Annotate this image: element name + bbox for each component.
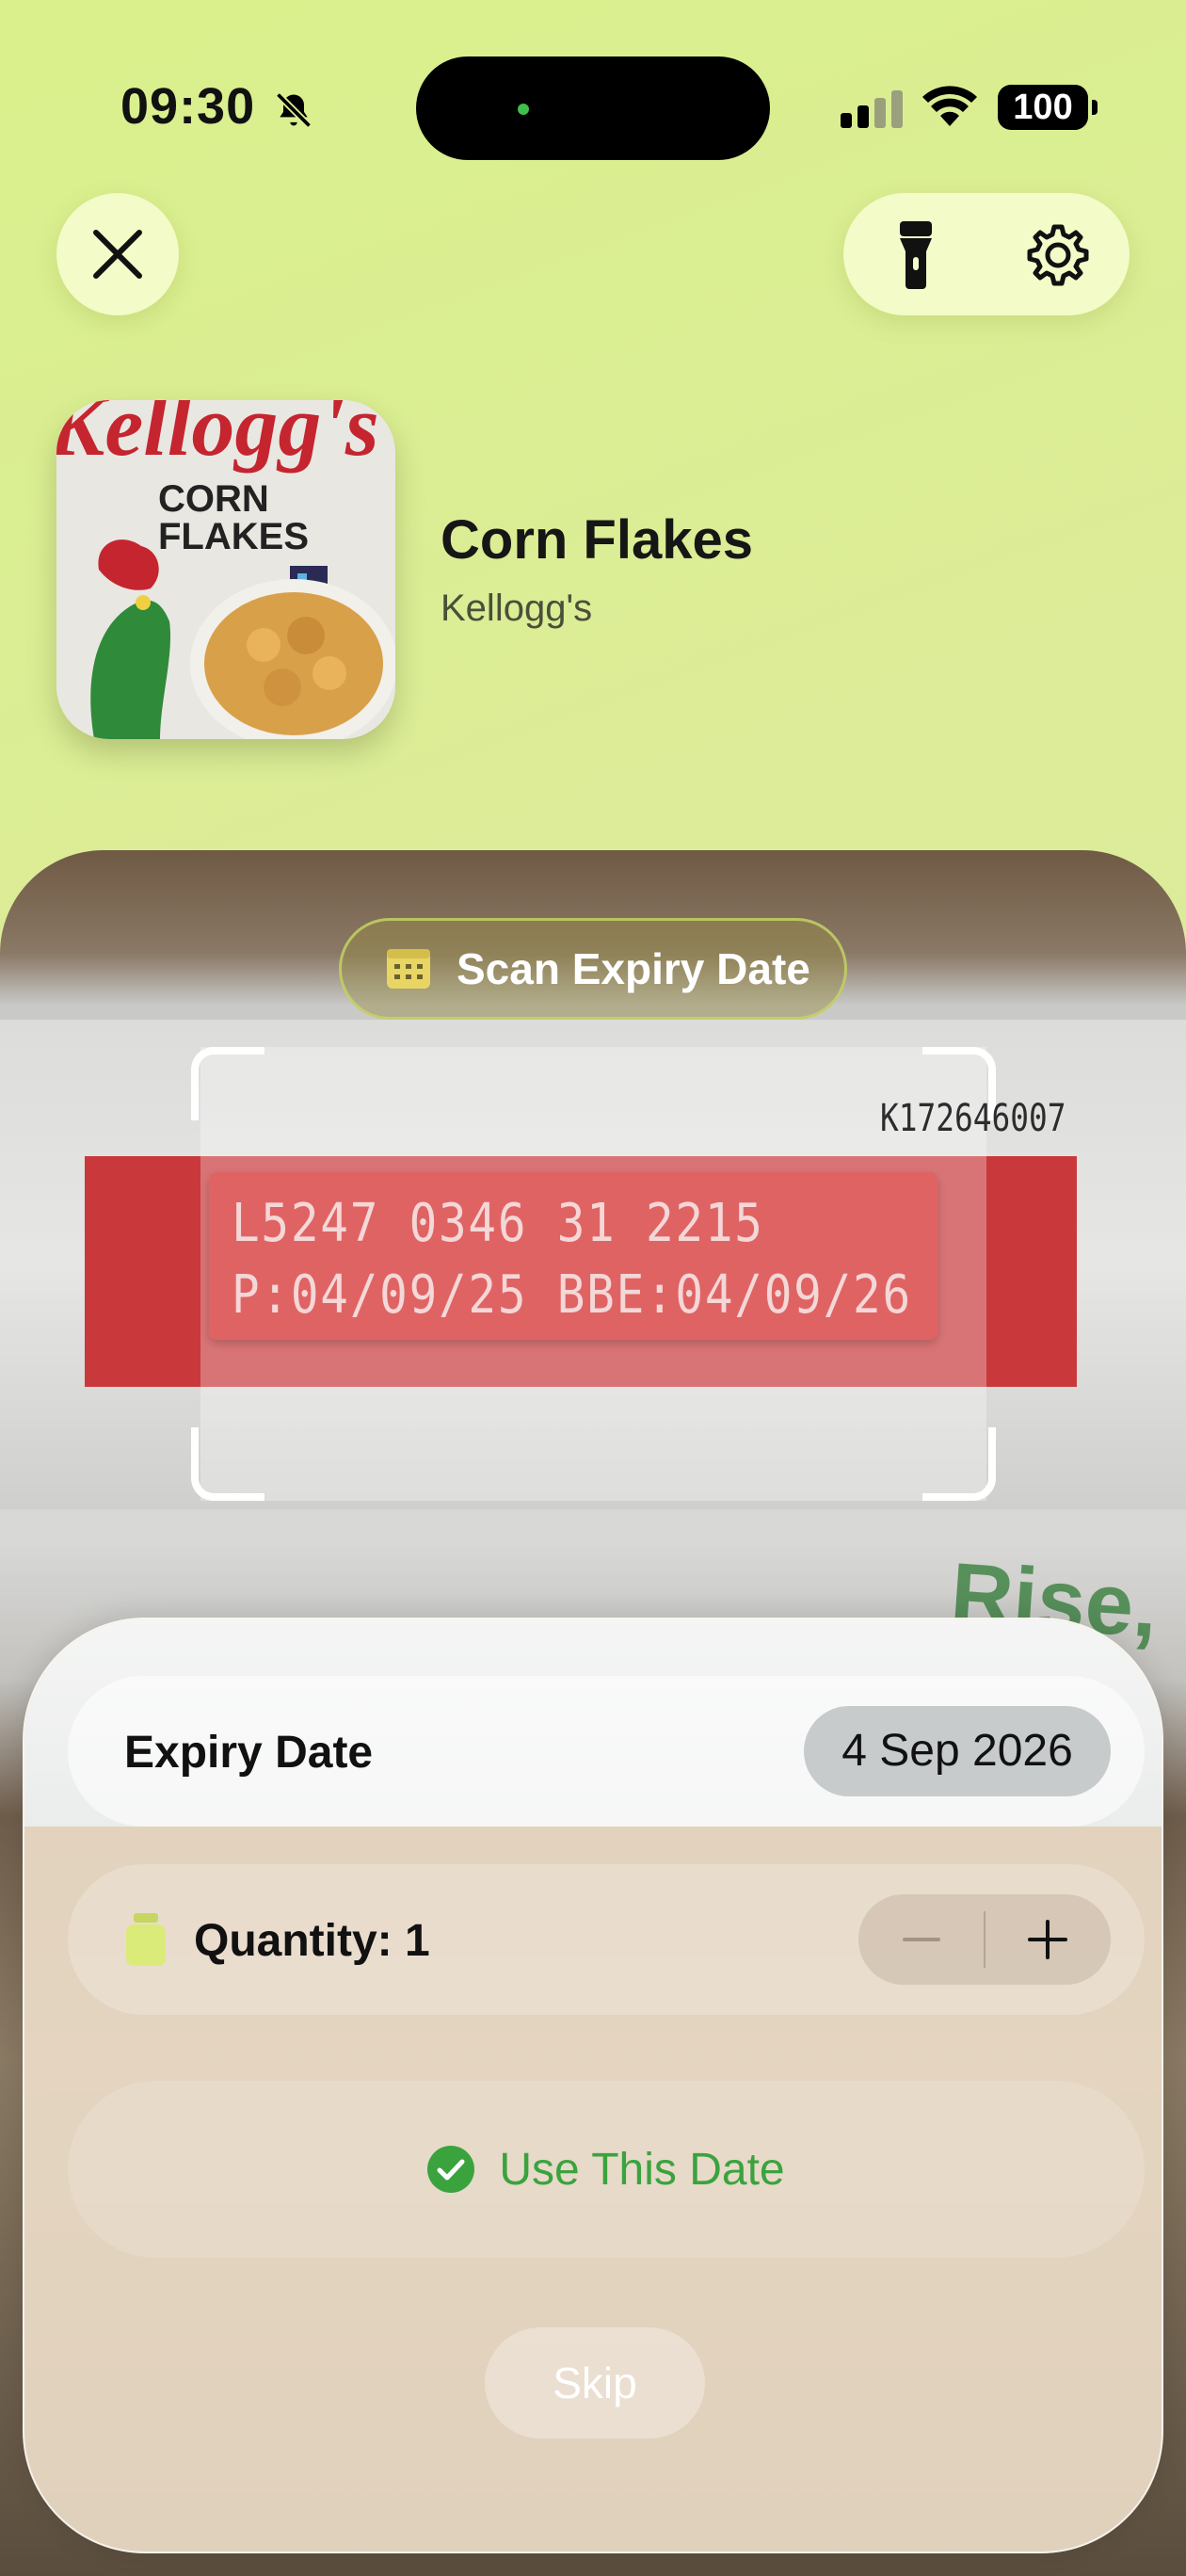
box-name-line1: CORN xyxy=(158,478,269,520)
product-thumbnail[interactable]: Kellogg's CORN FLAKES xyxy=(56,400,395,739)
scan-frame-corner-bottom-left xyxy=(191,1427,264,1501)
camera-tools-pill xyxy=(843,193,1130,315)
expiry-date-sheet: Expiry Date 4 Sep 2026 Quantity: 1 Use T… xyxy=(23,1618,1163,2553)
expiry-date-label: Expiry Date xyxy=(124,1728,374,1778)
product-title: Corn Flakes xyxy=(441,509,753,571)
quantity-label: Quantity: 1 xyxy=(194,1916,430,1966)
settings-gear-button[interactable] xyxy=(1026,223,1090,287)
box-brand-text: Kellogg's xyxy=(56,400,379,474)
quantity-stepper xyxy=(858,1894,1111,1985)
expiry-date-value[interactable]: 4 Sep 2026 xyxy=(804,1706,1111,1796)
close-icon xyxy=(93,230,142,279)
cellular-signal-icon xyxy=(841,90,903,128)
dynamic-island xyxy=(416,56,770,160)
scan-frame-corner-top-left xyxy=(191,1047,264,1120)
expiry-date-row[interactable]: Expiry Date 4 Sep 2026 xyxy=(68,1676,1145,1827)
detected-text-box: L5247 0346 31 2215 P:04/09/25 BBE:04/09/… xyxy=(209,1172,938,1340)
plus-icon xyxy=(1028,1920,1067,1959)
close-button[interactable] xyxy=(56,193,179,315)
battery-indicator: 100 xyxy=(998,85,1098,130)
calendar-icon xyxy=(387,949,430,989)
wifi-icon xyxy=(922,86,977,126)
scan-chip-label: Scan Expiry Date xyxy=(457,944,810,993)
box-batch-code: K172646007 xyxy=(880,1097,1066,1140)
increment-button[interactable] xyxy=(985,1894,1111,1985)
use-this-date-button[interactable]: Use This Date xyxy=(68,2081,1145,2258)
date-line: P:04/09/25 BBE:04/09/26 xyxy=(232,1264,912,1326)
skip-button[interactable]: Skip xyxy=(485,2327,705,2439)
checkmark-circle-icon xyxy=(427,2146,475,2193)
decrement-button[interactable] xyxy=(858,1894,985,1985)
status-time: 09:30 xyxy=(120,78,256,135)
product-brand: Kellogg's xyxy=(441,588,593,629)
use-this-date-label: Use This Date xyxy=(499,2144,785,2195)
flashlight-button[interactable] xyxy=(896,221,936,289)
quantity-row: Quantity: 1 xyxy=(68,1864,1145,2015)
bell-slash-icon xyxy=(275,91,313,129)
box-name-line2: FLAKES xyxy=(158,516,309,557)
scan-frame-corner-bottom-right xyxy=(922,1427,996,1501)
minus-icon xyxy=(903,1938,940,1941)
lot-number-line: L5247 0346 31 2215 xyxy=(232,1193,764,1254)
cereal-box-image: Kellogg's CORN FLAKES xyxy=(56,400,395,739)
scan-expiry-date-chip[interactable]: Scan Expiry Date xyxy=(339,918,847,1020)
jar-icon xyxy=(126,1913,166,1966)
camera-indicator-dot xyxy=(518,104,529,115)
